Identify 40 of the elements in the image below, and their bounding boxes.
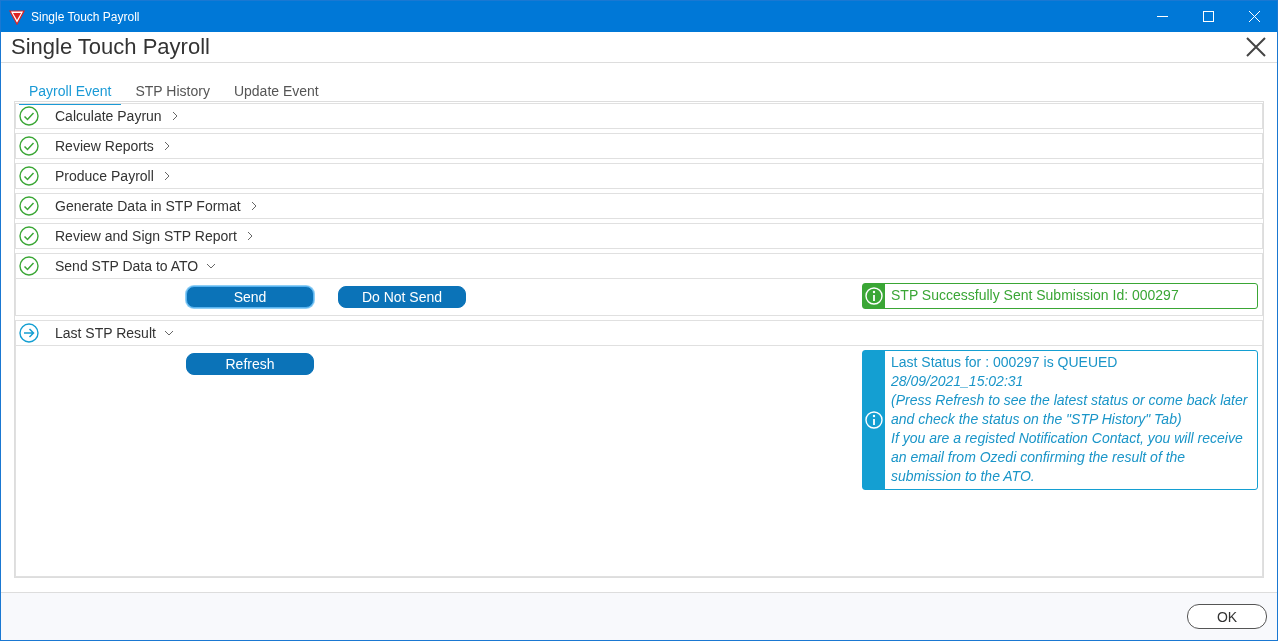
ok-button[interactable]: OK bbox=[1187, 604, 1267, 629]
maximize-icon bbox=[1202, 11, 1214, 22]
info-icon bbox=[865, 411, 883, 429]
step-label: Produce Payroll bbox=[55, 168, 154, 184]
step-header[interactable]: Review and Sign STP Report bbox=[15, 223, 1263, 249]
check-circle-icon bbox=[19, 106, 39, 126]
logo-icon bbox=[9, 8, 25, 25]
check-circle-icon bbox=[19, 256, 39, 276]
window-title: Single Touch Payroll bbox=[31, 9, 141, 24]
step-header[interactable]: Generate Data in STP Format bbox=[15, 193, 1263, 219]
step-header[interactable]: Send STP Data to ATO bbox=[15, 253, 1263, 279]
message-text: STP Successfully Sent Submission Id: 000297 bbox=[891, 286, 1179, 305]
message-text: If you are a registed Notification Contact, you will receive an email from Ozedi confirming the result of the submission to the ATO. bbox=[891, 429, 1244, 486]
message-text: 28/09/2021_15:02:31 bbox=[891, 372, 1025, 391]
step-label: Last STP Result bbox=[55, 325, 156, 341]
tab[interactable]: STP History bbox=[125, 77, 220, 105]
step-label: Calculate Payrun bbox=[55, 108, 162, 124]
info-icon bbox=[865, 287, 883, 305]
step-label: Review Reports bbox=[55, 138, 154, 154]
message-text: Last Status for : 000297 is QUEUED bbox=[891, 353, 1119, 372]
step-header[interactable]: Last STP Result bbox=[15, 320, 1263, 346]
dialog-title: Single Touch Payroll bbox=[11, 34, 211, 60]
close-icon[interactable] bbox=[1245, 36, 1267, 58]
action-button[interactable]: Refresh bbox=[186, 353, 314, 375]
step-label: Generate Data in STP Format bbox=[55, 198, 241, 214]
check-circle-icon bbox=[19, 166, 39, 186]
check-circle-icon bbox=[19, 226, 39, 246]
step-label: Send STP Data to ATO bbox=[55, 258, 199, 274]
step-header[interactable]: Produce Payroll bbox=[15, 163, 1263, 189]
check-circle-icon bbox=[19, 196, 39, 216]
action-button[interactable]: Do Not Send bbox=[338, 286, 466, 308]
message-text: (Press Refresh to see the latest status or come back later and check the status on the "STP History" Tab) bbox=[891, 391, 1249, 429]
arrow-circle-icon bbox=[19, 323, 39, 343]
action-button[interactable]: Send bbox=[186, 286, 314, 308]
tab[interactable]: Update Event bbox=[223, 77, 329, 105]
step-header[interactable]: Review Reports bbox=[15, 133, 1263, 159]
close-icon bbox=[1248, 11, 1260, 22]
step-header[interactable]: Calculate Payrun bbox=[15, 103, 1263, 129]
step-label: Review and Sign STP Report bbox=[55, 228, 237, 244]
check-circle-icon bbox=[19, 136, 39, 156]
